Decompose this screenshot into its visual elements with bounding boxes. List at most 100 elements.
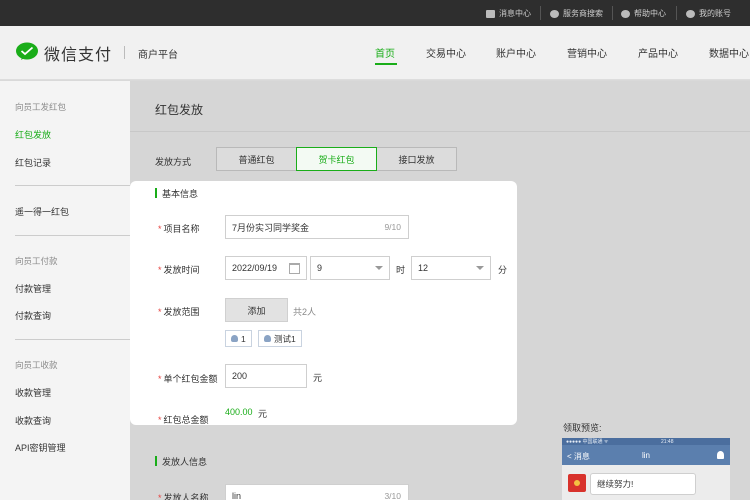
topbar-divider	[540, 6, 541, 20]
sidebar-item-api-key[interactable]: API密钥管理	[15, 441, 66, 454]
recipient-tag[interactable]: 1	[225, 330, 252, 347]
sender-name-label: 发放人名称	[158, 491, 209, 500]
sidebar-item-collect-query[interactable]: 收款查询	[15, 414, 51, 427]
header: 微信支付 商户平台 首页 交易中心 账户中心 营销中心 产品中心 数据中心	[0, 26, 750, 80]
calendar-icon	[289, 263, 300, 274]
recipient-count: 共2人	[293, 307, 317, 317]
nav-active-indicator	[375, 63, 397, 65]
profile-icon	[717, 451, 724, 459]
topbar-divider	[612, 6, 613, 20]
provider-search-link[interactable]: 服务商搜索	[550, 8, 603, 19]
nav-home[interactable]: 首页	[375, 45, 395, 60]
sender-name-input[interactable]: lin 3/10	[225, 484, 409, 500]
help-icon	[621, 9, 630, 18]
total-amount-unit: 元	[258, 409, 268, 419]
wechat-pay-logo-icon[interactable]	[15, 42, 39, 62]
project-name-label: 项目名称	[158, 222, 200, 235]
single-amount-label: 单个红包金额	[158, 372, 218, 385]
single-amount-value: 200	[232, 371, 248, 381]
search-circle-icon	[550, 9, 559, 18]
basic-info-panel: 基本信息 项目名称 7月份实习同学奖金 9/10 发放时间 2022/09/19…	[130, 181, 517, 425]
project-name-value: 7月份实习同学奖金	[232, 222, 310, 233]
user-icon	[686, 9, 695, 18]
logo-text[interactable]: 微信支付	[44, 41, 112, 65]
method-label: 发放方式	[155, 157, 192, 167]
sidebar-item-redpacket-records[interactable]: 红包记录	[15, 156, 51, 169]
sidebar-group-employee-redpacket: 向员工发红包	[15, 102, 67, 112]
nav-account-center[interactable]: 账户中心	[496, 45, 536, 60]
main-content: 红包发放 发放方式 普通红包 贺卡红包 接口发放 基本信息 项目名称 7月份实习…	[130, 81, 750, 500]
recipient-tag[interactable]: 测试1	[258, 330, 302, 347]
sender-info-title: 发放人信息	[155, 455, 207, 468]
nav-product-center[interactable]: 产品中心	[638, 45, 678, 60]
nav-marketing-center[interactable]: 营销中心	[567, 45, 607, 60]
mail-icon	[486, 9, 495, 18]
sender-name-value: lin	[232, 491, 242, 500]
red-envelope-icon	[568, 474, 586, 492]
total-amount-value: 400.00	[225, 407, 253, 417]
user-icon	[264, 335, 271, 342]
phone-time: 21:48	[660, 438, 674, 445]
my-account-link[interactable]: 我的账号	[686, 8, 731, 19]
nav-data-center[interactable]: 数据中心	[709, 45, 749, 60]
basic-info-title: 基本信息	[155, 187, 198, 200]
topbar-divider	[676, 6, 677, 20]
page-title: 红包发放	[155, 103, 204, 117]
minute-unit: 分	[498, 265, 508, 275]
phone-nav-bar: < 消息 lin	[562, 445, 730, 465]
send-scope-label: 发放范围	[158, 305, 200, 318]
title-divider	[130, 131, 750, 132]
nav-trade-center[interactable]: 交易中心	[426, 45, 466, 60]
help-center-label: 帮助中心	[634, 9, 666, 18]
my-account-label: 我的账号	[699, 9, 731, 18]
user-icon	[231, 335, 238, 342]
chevron-down-icon	[375, 266, 383, 270]
message-text: 继续努力!	[597, 479, 634, 489]
minute-select[interactable]: 12	[411, 256, 491, 280]
recipient-tag-label: 测试1	[274, 333, 296, 344]
single-amount-input[interactable]: 200	[225, 364, 307, 388]
tab-card-redpacket[interactable]: 贺卡红包	[296, 147, 377, 171]
sidebar-item-pay-query[interactable]: 付款查询	[15, 309, 51, 322]
date-value: 2022/09/19	[232, 263, 278, 273]
top-bar: 消息中心 服务商搜索 帮助中心 我的账号	[0, 0, 750, 26]
tab-normal-redpacket[interactable]: 普通红包	[216, 147, 297, 171]
project-name-count: 9/10	[384, 222, 401, 232]
sidebar-group-employee-pay: 向员工付款	[15, 256, 58, 266]
sidebar-group-employee-collect: 向员工收款	[15, 360, 58, 370]
sidebar-divider	[15, 185, 130, 186]
provider-search-label: 服务商搜索	[563, 9, 603, 18]
chevron-down-icon	[476, 266, 484, 270]
minute-value: 12	[418, 263, 429, 273]
message-center-label: 消息中心	[499, 9, 531, 18]
sidebar-item-collect-manage[interactable]: 收款管理	[15, 386, 51, 399]
logo-divider	[124, 46, 125, 59]
message-bubble: 继续努力!	[590, 473, 696, 495]
sidebar-item-redpacket-send[interactable]: 红包发放	[15, 128, 51, 141]
date-picker[interactable]: 2022/09/19	[225, 256, 307, 280]
phone-chat-title: lin	[641, 451, 650, 460]
message-center-link[interactable]: 消息中心	[486, 8, 531, 19]
hour-value: 9	[317, 263, 323, 273]
hour-unit: 时	[396, 265, 406, 275]
hour-select[interactable]: 9	[310, 256, 390, 280]
method-tabs: 普通红包 贺卡红包 接口发放	[216, 147, 457, 171]
add-recipient-button[interactable]: 添加	[225, 298, 288, 322]
preview-label: 领取预览:	[563, 423, 602, 433]
platform-name: 商户平台	[138, 50, 178, 61]
project-name-input[interactable]: 7月份实习同学奖金 9/10	[225, 215, 409, 239]
phone-carrier: ●●●●● 中国联通 ᯤ	[566, 439, 609, 445]
help-center-link[interactable]: 帮助中心	[621, 8, 666, 19]
sidebar-item-random-redpacket[interactable]: 遥一得一红包	[15, 205, 69, 218]
send-time-label: 发放时间	[158, 263, 200, 276]
single-amount-unit: 元	[313, 373, 323, 383]
sidebar-item-pay-manage[interactable]: 付款管理	[15, 282, 51, 295]
sidebar-divider	[15, 235, 130, 236]
tab-api-send[interactable]: 接口发放	[376, 147, 457, 171]
sidebar-divider	[15, 339, 130, 340]
recipient-tag-label: 1	[241, 333, 246, 344]
phone-preview: ●●●●● 中国联通 ᯤ 21:48 < 消息 lin 继续努力!	[562, 438, 730, 500]
sender-name-count: 3/10	[384, 491, 401, 500]
sidebar: 向员工发红包 红包发放 红包记录 遥一得一红包 向员工付款 付款管理 付款查询 …	[0, 81, 130, 500]
phone-status-bar: ●●●●● 中国联通 ᯤ 21:48	[562, 438, 730, 445]
